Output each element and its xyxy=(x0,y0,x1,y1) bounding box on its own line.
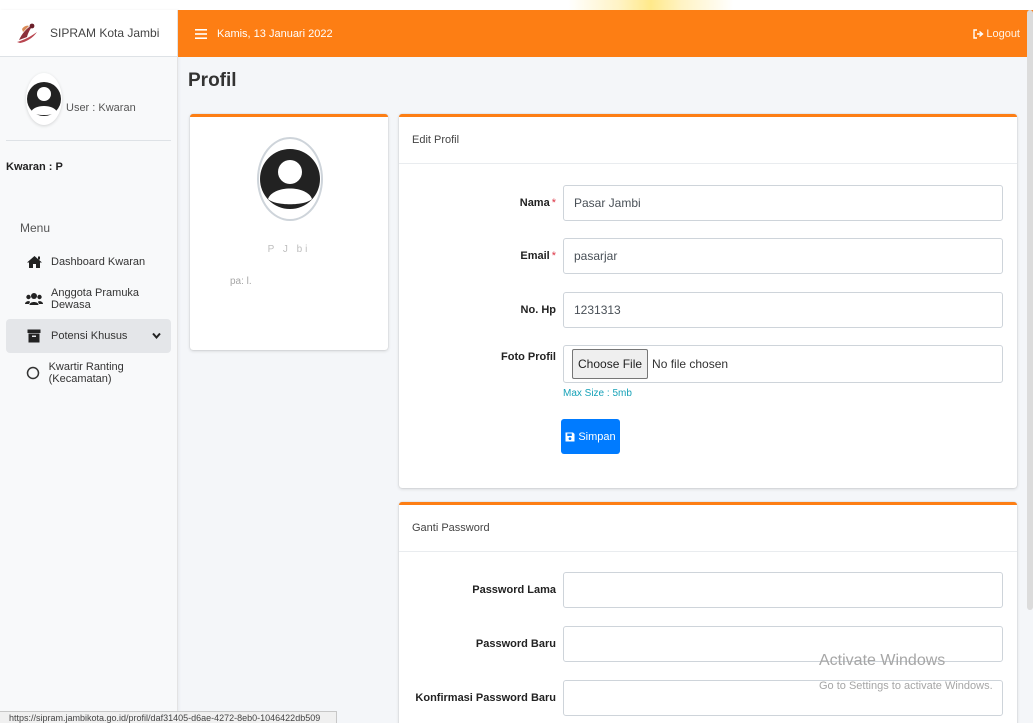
form-row-email: Email * xyxy=(399,238,1017,274)
home-icon xyxy=(25,254,43,270)
sidebar-item-anggota-pramuka[interactable]: Anggota Pramuka Dewasa xyxy=(6,282,171,316)
nama-label: Nama * xyxy=(519,197,556,209)
user-panel: User : Kwaran xyxy=(6,57,171,141)
sidebar-nav: Dashboard Kwaran Anggota Pramuka Dewasa … xyxy=(0,245,177,390)
floppy-disk-icon xyxy=(565,432,575,441)
circle-icon xyxy=(25,365,41,381)
foto-label: Foto Profil xyxy=(501,351,556,363)
form-row-foto: Foto Profil Choose File No file chosen xyxy=(399,345,1017,383)
avatar[interactable] xyxy=(26,72,62,125)
form-row-hp: No. Hp xyxy=(399,292,1017,328)
user-avatar-icon xyxy=(260,149,320,209)
sidebar-item-label: Anggota Pramuka Dewasa xyxy=(51,287,140,311)
logout-label: Logout xyxy=(986,27,1020,40)
activate-windows-title: Activate Windows xyxy=(819,652,946,669)
user-avatar-icon xyxy=(27,81,61,116)
save-label: Simpan xyxy=(578,430,616,443)
card-header-change-password: Ganti Password xyxy=(399,505,1017,552)
sidebar-item-potensi-khusus[interactable]: Potensi Khusus xyxy=(6,319,171,353)
form-row-nama: Nama * xyxy=(399,185,1017,221)
card-header-edit-profile: Edit Profil xyxy=(399,117,1017,164)
top-strip xyxy=(0,0,1033,10)
max-size-hint: Max Size : 5mb xyxy=(563,388,632,399)
profile-email: pa: l. xyxy=(230,276,252,287)
confirm-password-label: Konfirmasi Password Baru xyxy=(415,692,556,704)
chevron-down-icon xyxy=(152,330,161,342)
current-date: Kamis, 13 Januari 2022 xyxy=(217,27,333,40)
activate-windows-subtitle: Go to Settings to activate Windows. xyxy=(819,680,993,692)
page-title: Profil xyxy=(188,70,237,91)
save-button[interactable]: Simpan xyxy=(561,419,620,454)
old-password-input[interactable] xyxy=(563,572,1003,608)
new-password-label: Password Baru xyxy=(475,638,556,650)
top-navbar: Kamis, 13 Januari 2022 Logout xyxy=(178,10,1033,57)
app-title: SIPRAM Kota Jambi xyxy=(50,26,160,40)
sidebar-item-dashboard-kwaran[interactable]: Dashboard Kwaran xyxy=(6,245,171,279)
edit-profile-card: Edit Profil Nama* Email* No. Hp Foto Pro… xyxy=(399,114,1017,488)
file-status: No file chosen xyxy=(652,357,729,371)
email-label: Email * xyxy=(520,250,556,262)
sidebar: SIPRAM Kota Jambi User : Kwaran Kwaran :… xyxy=(0,10,178,723)
sign-out-icon xyxy=(973,28,984,39)
archive-icon xyxy=(25,328,43,344)
kwaran-label: Kwaran : P xyxy=(6,161,63,173)
sidebar-item-label: Dashboard Kwaran xyxy=(51,256,146,268)
hp-label: No. Hp xyxy=(520,304,556,316)
user-name: User : Kwaran xyxy=(66,101,136,114)
foto-file-input[interactable]: Choose File No file chosen xyxy=(563,345,1003,383)
hp-input[interactable] xyxy=(563,292,1003,328)
profile-card: P J bi pa: l. xyxy=(190,114,388,350)
brand-logo-icon xyxy=(17,23,37,43)
menu-heading: Menu xyxy=(20,221,51,235)
sidebar-item-label: Potensi Khusus xyxy=(51,330,128,342)
users-icon xyxy=(25,291,43,307)
status-url: https://sipram.jambikota.go.id/profil/da… xyxy=(0,711,337,723)
brand[interactable]: SIPRAM Kota Jambi xyxy=(0,10,177,57)
profile-name: P J bi xyxy=(267,244,311,255)
form-row-old-password: Password Lama xyxy=(399,572,1017,608)
profile-avatar xyxy=(257,137,323,221)
logout-link[interactable]: Logout xyxy=(973,28,1020,40)
email-input[interactable] xyxy=(563,238,1003,274)
choose-file-button[interactable]: Choose File xyxy=(572,349,649,379)
nama-input[interactable] xyxy=(563,185,1003,221)
scrollbar[interactable] xyxy=(1027,10,1033,610)
menu-toggle-icon[interactable] xyxy=(195,28,207,39)
sidebar-item-label: Kwartir Ranting (Kecamatan) xyxy=(48,361,124,385)
old-password-label: Password Lama xyxy=(472,584,556,596)
sidebar-item-kwartir-ranting[interactable]: Kwartir Ranting (Kecamatan) xyxy=(6,356,171,390)
